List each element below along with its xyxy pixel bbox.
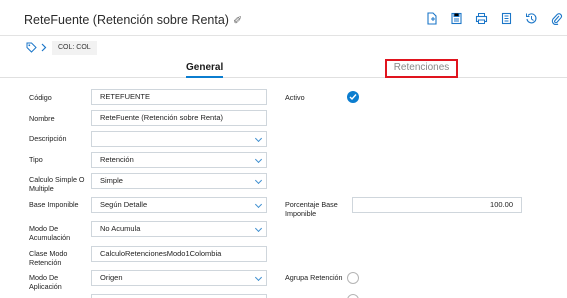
header: ReteFuente (Retención sobre Renta) ✐	[0, 0, 567, 36]
clase-modo-retencion-field[interactable]: CalculoRetencionesModo1Colombia	[91, 246, 267, 262]
edit-title-icon[interactable]: ✐	[233, 15, 242, 27]
base-imponible-label: Base Imponible	[29, 200, 79, 209]
next-toggle[interactable]	[347, 294, 359, 298]
tipo-label: Tipo	[29, 155, 43, 164]
tag-icon[interactable]	[26, 42, 37, 53]
print-icon[interactable]	[475, 12, 488, 25]
toolbar	[425, 12, 567, 25]
clase-modo-retencion-label: Clase Modo Retención	[29, 249, 68, 267]
tab-bar: General Retenciones	[0, 59, 567, 78]
chevron-right-icon[interactable]	[40, 42, 48, 53]
calculo-label: Calculo Simple O Multiple	[29, 175, 85, 193]
porcentaje-base-field[interactable]: 100.00	[352, 197, 522, 213]
modo-acumulacion-label: Modo De Acumulación	[29, 224, 71, 242]
activo-checkbox[interactable]	[347, 91, 359, 103]
tipo-select[interactable]: Retención	[91, 152, 267, 168]
nombre-field[interactable]: ReteFuente (Retención sobre Renta)	[91, 110, 267, 126]
breadcrumb: COL: COL	[0, 40, 567, 56]
attachment-icon[interactable]	[550, 12, 563, 25]
calculo-select[interactable]: Simple	[91, 173, 267, 189]
agrupa-retencion-toggle[interactable]	[347, 272, 359, 284]
tab-retenciones[interactable]: Retenciones	[385, 59, 458, 78]
new-document-icon[interactable]	[425, 12, 438, 25]
descripcion-label: Descripción	[29, 134, 67, 143]
page-title: ReteFuente (Retención sobre Renta) ✐	[24, 13, 242, 27]
check-icon	[349, 94, 357, 101]
save-icon[interactable]	[450, 12, 463, 25]
porcentaje-base-label: Porcentaje Base Imponible	[285, 200, 338, 218]
codigo-label: Código	[29, 93, 52, 102]
modo-acumulacion-select[interactable]: No Acumula	[91, 221, 267, 237]
base-imponible-select[interactable]: Según Detalle	[91, 197, 267, 213]
activo-label: Activo	[285, 93, 305, 102]
descripcion-select[interactable]	[91, 131, 267, 147]
codigo-field[interactable]: RETEFUENTE	[91, 89, 267, 105]
active-tab-indicator	[186, 76, 224, 78]
tab-general[interactable]: General	[186, 62, 224, 78]
history-icon[interactable]	[525, 12, 538, 25]
list-icon[interactable]	[500, 12, 513, 25]
modo-aplicacion-label: Modo De Aplicación	[29, 273, 62, 291]
modo-aplicacion-select[interactable]: Origen	[91, 270, 267, 286]
next-field[interactable]	[91, 294, 267, 298]
nombre-label: Nombre	[29, 114, 55, 123]
tab-general-label: General	[186, 62, 224, 73]
tab-retenciones-label: Retenciones	[393, 62, 450, 73]
agrupa-retencion-label: Agrupa Retención	[285, 273, 343, 282]
page-title-text: ReteFuente (Retención sobre Renta)	[24, 13, 229, 27]
company-chip[interactable]: COL: COL	[52, 41, 97, 55]
